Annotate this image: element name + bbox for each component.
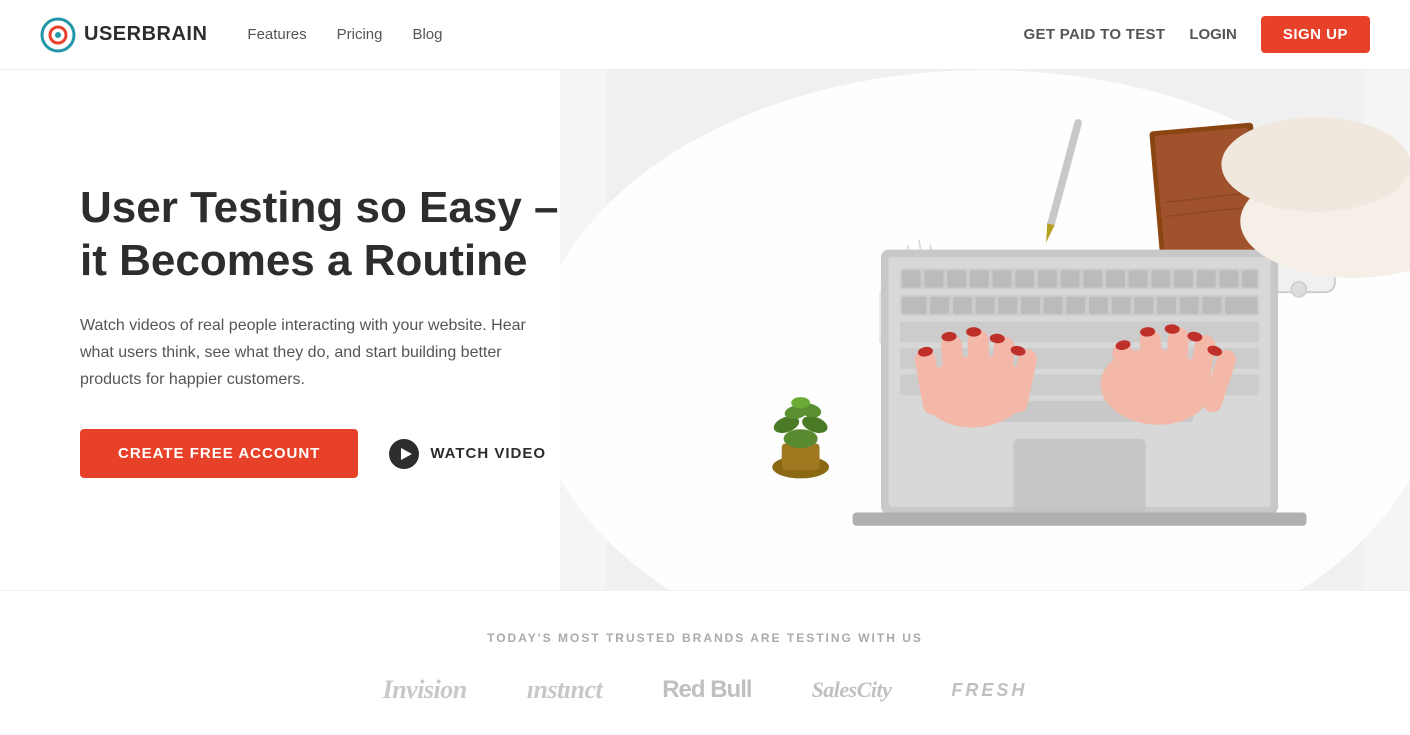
- navbar: USERBRAIN Features Pricing Blog GET PAID…: [0, 0, 1410, 70]
- brand-fresh: FRESH: [951, 680, 1027, 701]
- watch-video-label: WATCH VIDEO: [430, 445, 546, 462]
- nav-blog[interactable]: Blog: [412, 26, 442, 43]
- login-link[interactable]: LOGIN: [1189, 26, 1237, 43]
- brand-redbull: Red Bull: [662, 676, 751, 704]
- trusted-label: TODAY'S MOST TRUSTED BRANDS ARE TESTING …: [0, 631, 1410, 645]
- hero-content: User Testing so Easy – it Becomes a Rout…: [0, 122, 560, 538]
- brand-salescity: SalesCity: [812, 677, 892, 703]
- trusted-section: TODAY'S MOST TRUSTED BRANDS ARE TESTING …: [0, 590, 1410, 735]
- logo-text: USERBRAIN: [84, 23, 207, 46]
- signup-button[interactable]: SIGN UP: [1261, 16, 1370, 53]
- logo-icon: [40, 17, 76, 53]
- hero-description: Watch videos of real people interacting …: [80, 312, 540, 394]
- hero-illustration: [560, 70, 1410, 590]
- nav-features[interactable]: Features: [247, 26, 306, 43]
- nav-pricing[interactable]: Pricing: [337, 26, 383, 43]
- nav-right: GET PAID TO TEST LOGIN SIGN UP: [1024, 16, 1370, 53]
- create-account-button[interactable]: CREATE FREE ACCOUNT: [80, 429, 358, 478]
- hero-buttons: CREATE FREE ACCOUNT WATCH VIDEO: [80, 429, 560, 478]
- get-paid-link[interactable]: GET PAID TO TEST: [1024, 26, 1166, 43]
- nav-left: USERBRAIN Features Pricing Blog: [40, 17, 443, 53]
- hero-title: User Testing so Easy – it Becomes a Rout…: [80, 182, 560, 288]
- logo[interactable]: USERBRAIN: [40, 17, 207, 53]
- nav-links: Features Pricing Blog: [247, 26, 442, 43]
- watch-video-button[interactable]: WATCH VIDEO: [388, 438, 546, 470]
- brand-invision: Invision: [383, 675, 467, 705]
- play-icon: [388, 438, 420, 470]
- brand-instinct: ınstınct: [527, 675, 602, 705]
- hero-section: User Testing so Easy – it Becomes a Rout…: [0, 70, 1410, 590]
- hero-image: [560, 70, 1410, 590]
- brand-logos: Invision ınstınct Red Bull SalesCity FRE…: [0, 675, 1410, 705]
